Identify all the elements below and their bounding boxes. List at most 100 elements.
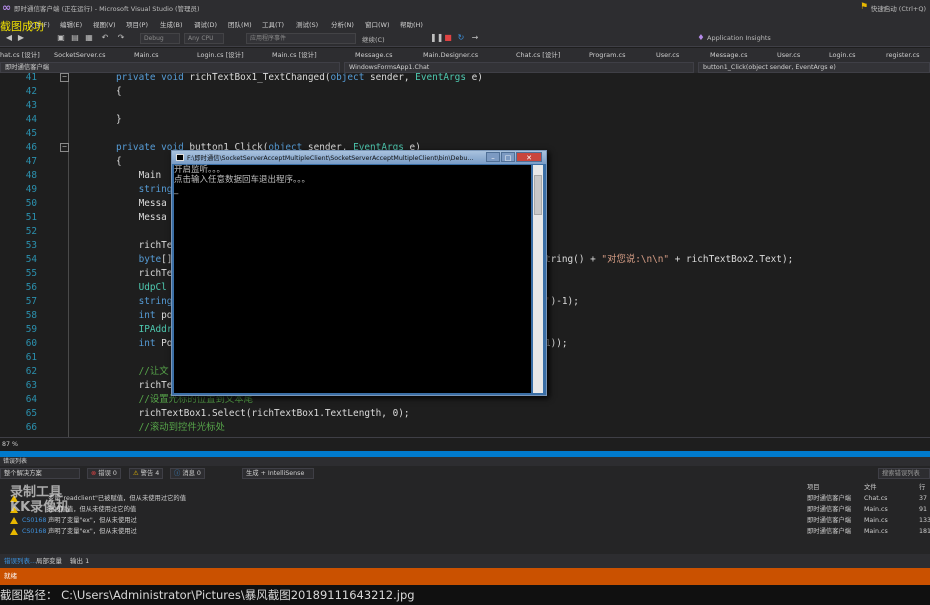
console-minimize-icon[interactable]: –: [486, 152, 500, 162]
tab-chat-design[interactable]: hat.cs [设计]: [0, 49, 40, 61]
code-line[interactable]: 43: [0, 99, 930, 113]
warnings-filter-button[interactable]: ⚠ 警告 4: [129, 468, 164, 479]
tab-chat-designer[interactable]: Chat.cs [设计]: [516, 49, 560, 61]
code-token: Messa: [116, 212, 167, 223]
scope-select[interactable]: 整个解决方案: [0, 468, 80, 479]
warning-icon: ⚠: [133, 470, 141, 477]
undo-icon[interactable]: ↶: [100, 33, 110, 43]
code-token: //滚动到控件光标处: [138, 422, 225, 433]
menu-tools[interactable]: 工具(T): [262, 19, 284, 29]
code-line[interactable]: 65 richTextBox1.Select(richTextBox1.Text…: [0, 407, 930, 421]
tab-user-2[interactable]: User.cs: [777, 49, 800, 61]
code-line[interactable]: 41 − private void richTextBox1_TextChanged…: [0, 73, 930, 85]
code-line[interactable]: 42 {: [0, 85, 930, 99]
continue-button[interactable]: 继续(C): [362, 34, 385, 44]
tab-output[interactable]: 输出 1: [70, 555, 89, 567]
collapse-icon[interactable]: −: [60, 143, 69, 152]
new-project-icon[interactable]: ▣: [56, 33, 66, 43]
project-select[interactable]: 即时通信客户端: [0, 62, 340, 73]
platform-select[interactable]: Any CPU: [184, 33, 224, 44]
tab-message[interactable]: Message.cs: [355, 49, 393, 61]
error-list-row[interactable]: CS0168 声明了变量"ex"，但从未使用过 即时通信客户端 Main.cs 133: [0, 515, 930, 526]
error-list-search[interactable]: 搜索错误列表: [878, 468, 930, 479]
tab-login[interactable]: Login.cs: [829, 49, 856, 61]
console-title-bar[interactable]: F:\即时通信\SocketServerAcceptMultipleClient…: [172, 151, 546, 164]
line-number: 55: [25, 268, 37, 279]
quick-launch[interactable]: 快速启动 (Ctrl+Q): [871, 3, 926, 13]
code-token: {: [116, 86, 122, 97]
tab-main-design[interactable]: Main.cs [设计]: [272, 49, 317, 61]
tab-user[interactable]: User.cs: [656, 49, 679, 61]
redo-icon[interactable]: ↷: [116, 33, 126, 43]
code-token: Main: [116, 170, 167, 181]
console-window[interactable]: F:\即时通信\SocketServerAcceptMultipleClient…: [171, 150, 547, 396]
console-title: F:\即时通信\SocketServerAcceptMultipleClient…: [187, 155, 474, 162]
console-output[interactable]: 开启监听。。。 点击输入任意数据回车退出程序。。。 _: [174, 165, 531, 393]
show-next-statement-icon[interactable]: →: [470, 33, 480, 43]
line-number: 46: [25, 142, 37, 153]
menu-debug[interactable]: 调试(D): [194, 19, 217, 29]
code-line[interactable]: 44}: [0, 113, 930, 127]
messages-filter-button[interactable]: ⓘ 消息 0: [170, 468, 205, 479]
col-file[interactable]: 文件: [864, 482, 877, 493]
menu-analyze[interactable]: 分析(N): [331, 19, 354, 29]
member-select[interactable]: button1_Click(object sender, EventArgs e…: [698, 62, 930, 73]
menu-edit[interactable]: 编辑(E): [60, 19, 82, 29]
collapse-icon[interactable]: −: [60, 73, 69, 82]
error-list-row[interactable]: CS0168 声明了变量"ex"，但从未使用过 即时通信客户端 Main.cs 181: [0, 526, 930, 537]
menu-test[interactable]: 测试(S): [296, 19, 318, 29]
tab-error-list[interactable]: 错误列表...: [4, 555, 36, 567]
error-list-header[interactable]: 错误列表: [0, 457, 930, 466]
console-scroll-thumb[interactable]: [534, 175, 542, 215]
zoom-level[interactable]: 87 %: [2, 441, 18, 448]
menu-view[interactable]: 视图(V): [93, 19, 116, 29]
back-icon[interactable]: ◀: [4, 33, 14, 43]
code-text: }: [116, 113, 122, 127]
application-insights-button[interactable]: Application Insights: [707, 34, 771, 42]
col-line[interactable]: 行: [919, 482, 925, 493]
code-text: IPAddr: [116, 323, 173, 337]
title-bar: ∞ 即时通信客户端 (正在运行) - Microsoft Visual Stud…: [0, 0, 930, 16]
tab-register[interactable]: register.cs: [886, 49, 920, 61]
errors-filter-button[interactable]: ⊗ 错误 0: [87, 468, 121, 479]
menu-window[interactable]: 窗口(W): [365, 19, 390, 29]
save-icon[interactable]: ▦: [84, 33, 94, 43]
error-list-row[interactable]: 变量"readclient"已被赋值，但从未使用过它的值 即时通信客户端 Chat.…: [0, 493, 930, 504]
forward-icon[interactable]: ▶: [16, 33, 26, 43]
code-text: richTe: [116, 267, 173, 281]
tab-main[interactable]: Main.cs: [134, 49, 159, 61]
code-text: string: [116, 183, 173, 197]
tab-message-2[interactable]: Message.cs: [710, 49, 748, 61]
notification-flag-icon[interactable]: ⚑: [860, 2, 868, 12]
col-project[interactable]: 项目: [807, 482, 820, 493]
error-list-row[interactable]: 已被赋值，但从未使用过它的值 即时通信客户端 Main.cs 91: [0, 504, 930, 515]
tab-locals[interactable]: 局部变量: [36, 555, 62, 567]
tab-login-design[interactable]: Login.cs [设计]: [197, 49, 244, 61]
code-token: "对您说:\n\n": [601, 254, 670, 265]
code-text: UdpCl: [116, 281, 167, 295]
restart-icon[interactable]: ↻: [456, 33, 466, 43]
open-icon[interactable]: ▤: [70, 33, 80, 43]
code-line[interactable]: 45: [0, 127, 930, 141]
tab-socketserver[interactable]: SocketServer.cs: [54, 49, 106, 61]
build-source-select[interactable]: 生成 + IntelliSense: [242, 468, 314, 479]
console-maximize-icon[interactable]: □: [501, 152, 515, 162]
line-number: 54: [25, 254, 37, 265]
pause-icon[interactable]: ❚❚: [430, 33, 443, 43]
menu-help[interactable]: 帮助(H): [400, 19, 423, 29]
process-select[interactable]: 应用程序事件: [246, 33, 356, 44]
menu-project[interactable]: 项目(P): [126, 19, 148, 29]
menu-team[interactable]: 团队(M): [228, 19, 252, 29]
stop-icon[interactable]: ■: [443, 33, 453, 43]
line-number: 61: [25, 352, 37, 363]
console-scrollbar[interactable]: [533, 165, 543, 393]
console-close-icon[interactable]: ✕: [516, 152, 542, 162]
tab-main-designer[interactable]: Main.Designer.cs: [423, 49, 478, 61]
tab-program[interactable]: Program.cs: [589, 49, 625, 61]
menu-build[interactable]: 生成(B): [160, 19, 183, 29]
configuration-select[interactable]: Debug: [140, 33, 180, 44]
navigation-bar: 即时通信客户端 WindowsFormsApp1.Chat button1_Cl…: [0, 61, 930, 73]
code-line[interactable]: 66 //滚动到控件光标处: [0, 421, 930, 435]
class-select[interactable]: WindowsFormsApp1.Chat: [344, 62, 694, 73]
